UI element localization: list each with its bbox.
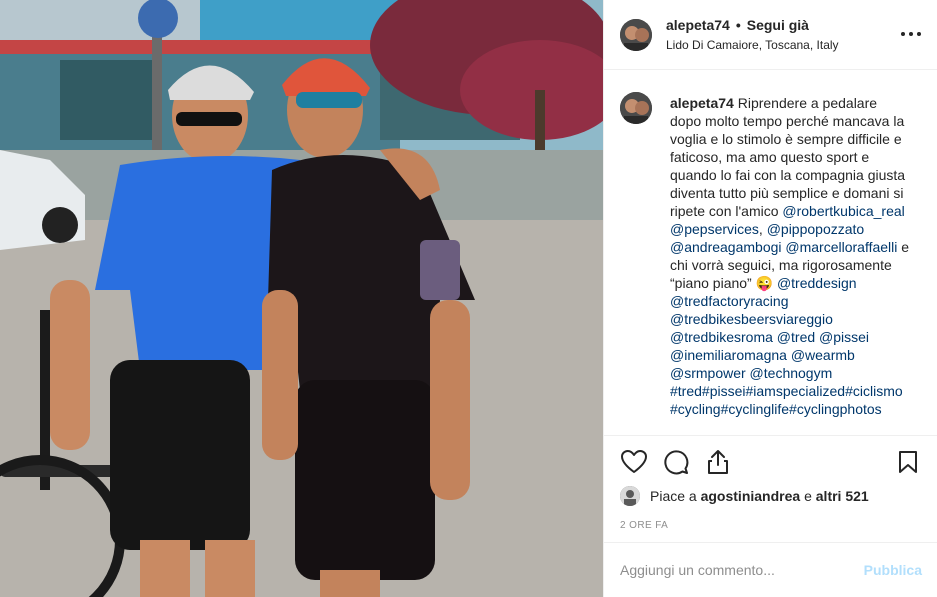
heart-icon[interactable]: [620, 448, 648, 476]
liker-username[interactable]: agostiniandrea: [701, 488, 801, 504]
caption-mentions-3[interactable]: @treddesign @tredfactoryracing @tredbike…: [670, 275, 903, 417]
photo-illustration: [0, 0, 603, 597]
bookmark-icon[interactable]: [894, 448, 922, 476]
caption-separator: ,: [758, 221, 767, 237]
likes-prefix: Piace a: [650, 488, 697, 504]
post-side-panel: alepeta74 • Segui già Lido Di Camaiore, …: [603, 0, 937, 597]
caption-area: alepeta74 Riprendere a pedalare dopo mol…: [604, 70, 937, 435]
likes-others[interactable]: altri 521: [816, 488, 869, 504]
post-header: alepeta74 • Segui già Lido Di Camaiore, …: [604, 0, 937, 70]
share-icon[interactable]: [704, 448, 732, 476]
comment-form: Pubblica: [604, 542, 937, 597]
separator-dot: •: [735, 16, 741, 33]
emoji-icon: 😜: [755, 275, 774, 291]
likes-conj: e: [804, 488, 812, 504]
caption-username[interactable]: alepeta74: [670, 95, 734, 111]
caption-text: alepeta74 Riprendere a pedalare dopo mol…: [670, 94, 910, 418]
caption-body: Riprendere a pedalare dopo molto tempo p…: [670, 95, 906, 219]
post-photo[interactable]: [0, 0, 603, 597]
comment-input[interactable]: [620, 562, 864, 578]
likes-summary: Piace a agostiniandrea e altri 521: [620, 486, 869, 506]
publish-button[interactable]: Pubblica: [864, 562, 922, 578]
liker-avatar[interactable]: [620, 486, 640, 506]
comment-icon[interactable]: [662, 448, 690, 476]
author-username[interactable]: alepeta74: [666, 16, 730, 34]
more-options-icon[interactable]: [901, 24, 921, 44]
author-avatar[interactable]: [620, 18, 652, 51]
post-location[interactable]: Lido Di Camaiore, Toscana, Italy: [666, 36, 839, 54]
caption-avatar[interactable]: [620, 92, 652, 124]
post-timestamp[interactable]: 2 ORE FA: [620, 520, 668, 531]
action-bar: [604, 435, 937, 487]
follow-button[interactable]: Segui già: [747, 16, 809, 34]
